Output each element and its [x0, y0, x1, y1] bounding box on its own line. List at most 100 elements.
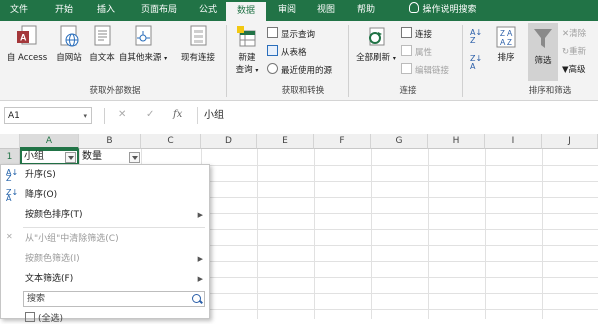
tell-me-search[interactable]: 操作说明搜索 — [394, 0, 492, 21]
select-all-label: (全选) — [38, 314, 64, 324]
column-header-g[interactable]: G — [371, 134, 428, 149]
sort-z-to-a-icon[interactable]: Z↓ A — [470, 55, 482, 71]
checkbox[interactable] — [25, 312, 35, 322]
clear-filter-label: 从"小组"中清除筛选(C) — [25, 234, 119, 244]
menu-divider — [23, 227, 205, 228]
table-icon — [267, 45, 278, 56]
refresh-all-button[interactable]: 全部刷新 ▾ — [354, 25, 398, 63]
svg-text:Z: Z — [500, 29, 505, 38]
row-header-1[interactable]: 1 — [0, 149, 20, 165]
reapply-button[interactable]: ↻重新 — [562, 45, 586, 57]
advanced-filter-label: 高级 — [568, 65, 586, 75]
connections-button[interactable]: 连接 — [401, 27, 432, 40]
column-header-d[interactable]: D — [201, 134, 257, 149]
cancel-icon[interactable]: ✕ — [118, 109, 126, 120]
edit-links-button[interactable]: 编辑链接 — [401, 63, 449, 76]
name-box[interactable]: A1 ▾ — [4, 107, 92, 124]
properties-icon — [401, 45, 412, 56]
menu-sort-ascending[interactable]: A↓ Z 升序(S) — [1, 165, 209, 185]
menu-filter-by-color[interactable]: 按颜色筛选(I) ▶ — [1, 249, 209, 269]
new-query-button[interactable]: 新建 查询 ▾ — [230, 25, 264, 75]
column-header-f[interactable]: F — [314, 134, 371, 149]
formula-bar-divider — [104, 108, 105, 124]
tell-me-label: 操作说明搜索 — [422, 5, 477, 15]
enter-icon[interactable]: ✓ — [146, 109, 154, 120]
column-header-h[interactable]: H — [428, 134, 485, 149]
sort-label: 排序 — [497, 53, 515, 63]
group-divider — [226, 25, 227, 97]
lightbulb-icon — [409, 2, 420, 13]
refresh-icon — [369, 27, 385, 46]
filter-button[interactable]: 筛选 — [528, 23, 558, 81]
column-header-j[interactable]: J — [542, 134, 598, 149]
chevron-right-icon: ▶ — [197, 255, 203, 263]
advanced-filter-button[interactable]: ▼高级 — [562, 63, 586, 75]
svg-text:Z: Z — [507, 38, 512, 47]
filter-label: 筛选 — [534, 56, 552, 66]
sort-button[interactable]: Z A A Z 排序 — [492, 25, 520, 63]
reapply-label: 重新 — [569, 47, 587, 57]
ribbon-tab-bar: 文件 开始 插入 页面布局 公式 数据 审阅 视图 帮助 操作说明搜索 — [0, 0, 598, 21]
select-all-corner[interactable] — [0, 134, 20, 149]
show-queries-button[interactable]: 显示查询 — [267, 27, 315, 40]
svg-text:A: A — [20, 33, 27, 43]
tab-help[interactable]: 帮助 — [348, 0, 384, 21]
from-table-button[interactable]: 从表格 — [267, 45, 307, 58]
other-sources-icon — [135, 25, 152, 46]
tab-file[interactable]: 文件 — [0, 0, 38, 21]
cell-b1[interactable]: 数量 — [82, 149, 102, 165]
column-header-b[interactable]: B — [79, 134, 141, 149]
insert-function-icon[interactable]: fx — [173, 109, 182, 120]
menu-sort-by-color[interactable]: 按颜色排序(T) ▶ — [1, 205, 209, 225]
tab-page-layout[interactable]: 页面布局 — [130, 0, 188, 21]
select-all-checkbox-item[interactable]: (全选) — [25, 311, 63, 324]
cell-a1[interactable]: 小组 — [24, 149, 44, 165]
group-divider — [462, 25, 463, 97]
from-web-label: 自网站 — [56, 53, 82, 63]
recent-sources-button[interactable]: 最近使用的源 — [267, 63, 332, 76]
chevron-down-icon: ▾ — [392, 55, 396, 62]
group-label-connections: 连接 — [399, 86, 417, 96]
chevron-down-icon[interactable]: ▾ — [83, 108, 87, 125]
column-header-c[interactable]: C — [141, 134, 201, 149]
column-header-i[interactable]: I — [485, 134, 542, 149]
from-other-sources-button[interactable]: 自其他来源 ▾ — [118, 25, 168, 63]
tab-view[interactable]: 视图 — [308, 0, 344, 21]
name-box-value: A1 — [8, 111, 20, 121]
filter-by-color-label: 按颜色筛选(I) — [25, 254, 80, 264]
menu-sort-descending[interactable]: Z↓ A 降序(O) — [1, 185, 209, 205]
svg-text:A: A — [500, 38, 506, 47]
from-other-label: 自其他来源 — [118, 53, 162, 63]
from-access-button[interactable]: A 自 Access — [4, 25, 50, 63]
access-icon: A — [17, 25, 37, 45]
from-text-button[interactable]: 自文本 — [86, 25, 118, 63]
tab-data[interactable]: 数据 — [226, 2, 266, 21]
search-placeholder: 搜索 — [27, 294, 46, 304]
sort-a-to-z-icon[interactable]: A↓ Z — [470, 29, 482, 45]
filter-dropdown-a1[interactable] — [65, 152, 76, 163]
column-header-a[interactable]: A — [20, 134, 79, 149]
edit-links-icon — [401, 63, 412, 74]
from-web-button[interactable]: 自网站 — [52, 25, 86, 63]
formula-input[interactable]: 小组 — [197, 107, 595, 124]
group-divider — [348, 25, 349, 97]
filter-dropdown-b1[interactable] — [129, 152, 140, 163]
clear-filter-button[interactable]: ✕清除 — [562, 27, 586, 39]
tab-insert[interactable]: 插入 — [88, 0, 124, 21]
ribbon: A 自 Access 自网站 自文本 自其他来源 ▾ 现有连接 获取外部数据 新… — [0, 21, 598, 101]
existing-connections-button[interactable]: 现有连接 — [176, 25, 220, 63]
table-icon — [267, 27, 278, 38]
autofilter-menu: A↓ Z 升序(S) Z↓ A 降序(O) 按颜色排序(T) ▶ ✕ 从"小组"中清… — [0, 164, 210, 324]
column-header-e[interactable]: E — [257, 134, 314, 149]
group-label-sort-filter: 排序和筛选 — [528, 86, 572, 96]
group-label-get-transform: 获取和转换 — [281, 86, 325, 96]
menu-clear-filter[interactable]: ✕ 从"小组"中清除筛选(C) — [1, 229, 209, 249]
properties-button[interactable]: 属性 — [401, 45, 432, 58]
menu-text-filters[interactable]: 文本筛选(F) ▶ — [1, 269, 209, 289]
filter-search-input[interactable]: 搜索 — [23, 291, 205, 307]
tab-review[interactable]: 审阅 — [270, 0, 304, 21]
tab-formulas[interactable]: 公式 — [190, 0, 226, 21]
connections-label: 连接 — [415, 30, 433, 40]
properties-label: 属性 — [415, 48, 433, 58]
tab-home[interactable]: 开始 — [44, 0, 84, 21]
